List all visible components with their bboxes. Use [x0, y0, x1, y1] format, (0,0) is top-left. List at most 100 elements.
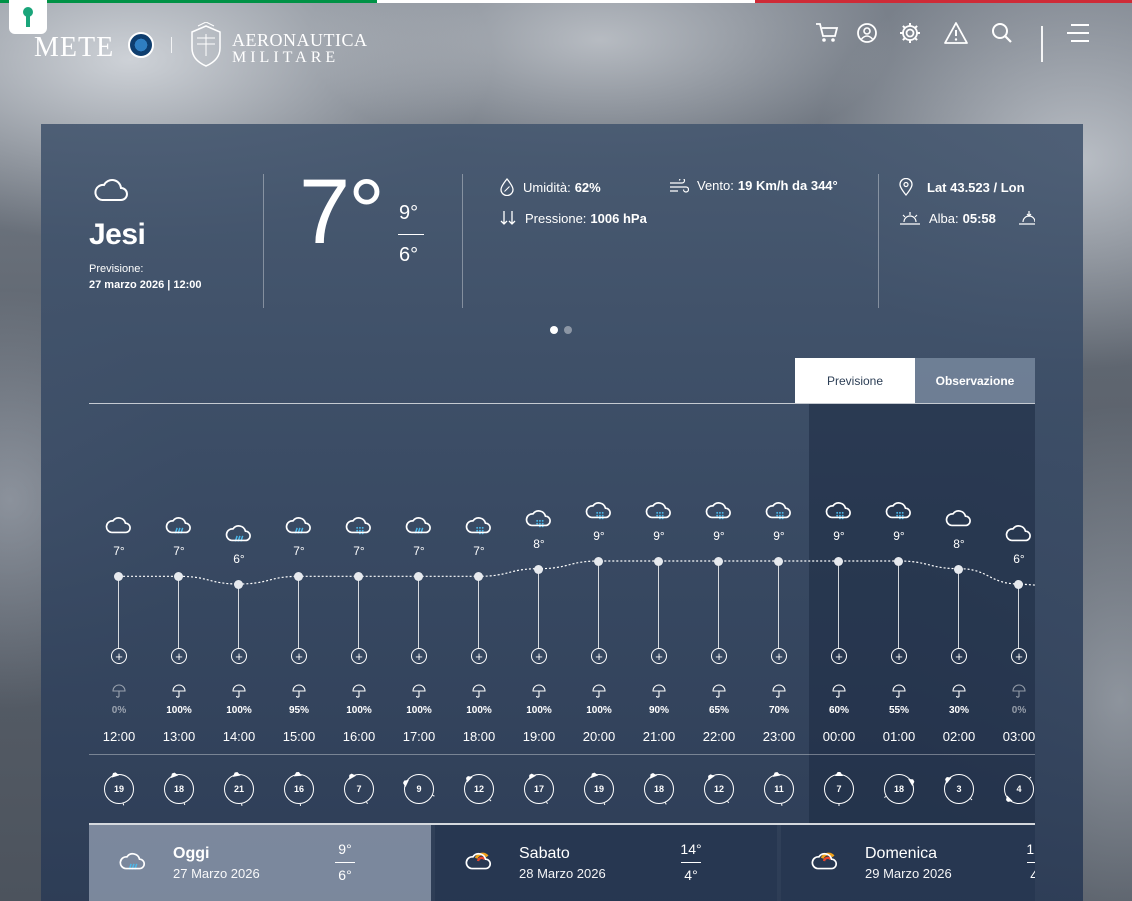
divider: [878, 174, 879, 308]
meteo-logo[interactable]: METE: [34, 32, 114, 64]
expand-details-button[interactable]: +: [591, 648, 607, 664]
hourly-time: 19:00: [522, 729, 556, 744]
wind-direction-icon: 18: [642, 771, 676, 808]
location-pin-icon: [899, 178, 913, 196]
sunrise-label: Alba:: [929, 210, 959, 226]
gear-icon[interactable]: [895, 18, 925, 48]
expand-details-button[interactable]: +: [171, 648, 187, 664]
header-divider: [1041, 26, 1043, 62]
hourly-temperature: 8°: [533, 536, 545, 551]
expand-details-button[interactable]: +: [291, 648, 307, 664]
carousel-dot[interactable]: [564, 326, 572, 334]
hourly-column: 8° +100% 19:00 17: [509, 404, 569, 824]
flag-green: [0, 0, 378, 3]
precipitation-probability: 30%: [948, 705, 969, 716]
temp-divider: [398, 234, 424, 235]
expand-details-button[interactable]: +: [771, 648, 787, 664]
expand-details-button[interactable]: +: [351, 648, 367, 664]
sun-cloud-icon: [465, 849, 493, 875]
forecast-date: 27 marzo 2026 | 12:00: [89, 279, 202, 291]
cloud-snow-icon: [345, 514, 373, 538]
cloud-snow-icon: [765, 499, 793, 523]
hourly-temperature: 6°: [1013, 552, 1025, 566]
sun-cloud-icon: [811, 849, 839, 875]
precipitation-probability: 100%: [466, 705, 492, 716]
cloud-snow-icon: [885, 499, 913, 523]
tab-previsione[interactable]: Previsione: [795, 358, 915, 403]
expand-details-button[interactable]: +: [651, 648, 667, 664]
hourly-time: 02:00: [942, 729, 976, 744]
aeronautica-text: AERONAUTICA: [232, 30, 368, 50]
logo-divider: [171, 37, 172, 53]
hourly-time: 23:00: [762, 729, 796, 744]
day-temp-max: 9°: [338, 841, 352, 857]
meteo-globe-icon: [128, 32, 154, 58]
expand-details-button[interactable]: +: [1011, 648, 1027, 664]
hourly-temperature: 9°: [773, 529, 785, 543]
menu-icon[interactable]: [1063, 18, 1093, 48]
day-temp-min: 4°: [684, 867, 698, 883]
search-icon[interactable]: [987, 18, 1017, 48]
expand-details-button[interactable]: +: [951, 648, 967, 664]
warning-icon[interactable]: [941, 18, 971, 48]
expand-details-button[interactable]: +: [711, 648, 727, 664]
hourly-column: 7° +100% 13:00 18: [149, 404, 209, 824]
day-temp-min: 4°: [1030, 867, 1035, 883]
wind-direction-icon: 7: [822, 772, 856, 806]
pressure-icon: [499, 210, 517, 226]
temperature-point: [894, 557, 903, 566]
sunrise-value: 05:58: [962, 210, 996, 226]
precipitation-probability: 100%: [586, 705, 612, 716]
expand-details-button[interactable]: +: [891, 648, 907, 664]
flag-red: [754, 0, 1132, 3]
forecast-label: Previsione:: [89, 263, 144, 275]
daily-forecast-row: Oggi 27 Marzo 2026 9° 6° Sabato 28 Marzo 2026…: [89, 825, 1035, 901]
expand-details-button[interactable]: +: [411, 648, 427, 664]
temperature-point: [594, 557, 603, 566]
temperature-point: [414, 572, 423, 582]
day-date: 27 Marzo 2026: [173, 866, 260, 881]
hourly-column: 9° +70% 23:00 11: [749, 404, 809, 824]
expand-details-button[interactable]: +: [471, 648, 487, 664]
day-name: Sabato: [519, 845, 570, 862]
carousel-dot[interactable]: [550, 326, 558, 334]
cloud-rain-icon: [225, 522, 253, 546]
cloud-rain-icon: [119, 849, 147, 875]
carousel-dots: [550, 326, 572, 334]
expand-details-button[interactable]: +: [531, 648, 547, 664]
precipitation-probability: 100%: [346, 705, 372, 716]
precipitation-probability: 55%: [888, 705, 909, 716]
day-card[interactable]: Oggi 27 Marzo 2026 9° 6°: [89, 825, 431, 901]
wind-direction-icon: 18: [162, 771, 196, 809]
wind-direction-icon: 21: [222, 770, 256, 809]
humidity-stat: Umidità: 62%: [499, 178, 601, 196]
user-icon[interactable]: [852, 18, 882, 48]
hourly-stem: [778, 561, 779, 648]
cart-icon[interactable]: [812, 18, 842, 48]
site-header: METE AERONAUTICA MILITARE: [0, 18, 1132, 78]
hourly-stem: [658, 561, 659, 648]
expand-details-button[interactable]: +: [111, 648, 127, 664]
militare-text: MILITARE: [232, 49, 340, 66]
hourly-stem: [958, 568, 959, 648]
day-date: 28 Marzo 2026: [519, 866, 606, 881]
expand-details-button[interactable]: +: [831, 648, 847, 664]
umbrella-icon: [1012, 684, 1026, 698]
hourly-time: 20:00: [582, 729, 616, 744]
expand-details-button[interactable]: +: [231, 648, 247, 664]
sunrise-icon: [899, 210, 921, 226]
temperature-point: [114, 572, 123, 582]
umbrella-icon: [352, 684, 366, 698]
hourly-time: 01:00: [882, 729, 916, 744]
hourly-temperature: 9°: [713, 529, 725, 543]
day-card[interactable]: Sabato 28 Marzo 2026 14° 4°: [435, 825, 777, 901]
city-name: Jesi: [89, 218, 146, 251]
moon-cloud-icon: [1005, 522, 1033, 546]
temperature-point: [174, 572, 183, 582]
temp-min: 6°: [399, 244, 419, 266]
temperature-point: [834, 557, 843, 566]
day-card[interactable]: Domenica 29 Marzo 2026 12° 4°: [781, 825, 1035, 901]
tab-osservazione[interactable]: Observazione: [915, 358, 1035, 403]
wind-direction-icon: 18: [880, 772, 916, 806]
hourly-temperature: 7°: [113, 544, 125, 559]
